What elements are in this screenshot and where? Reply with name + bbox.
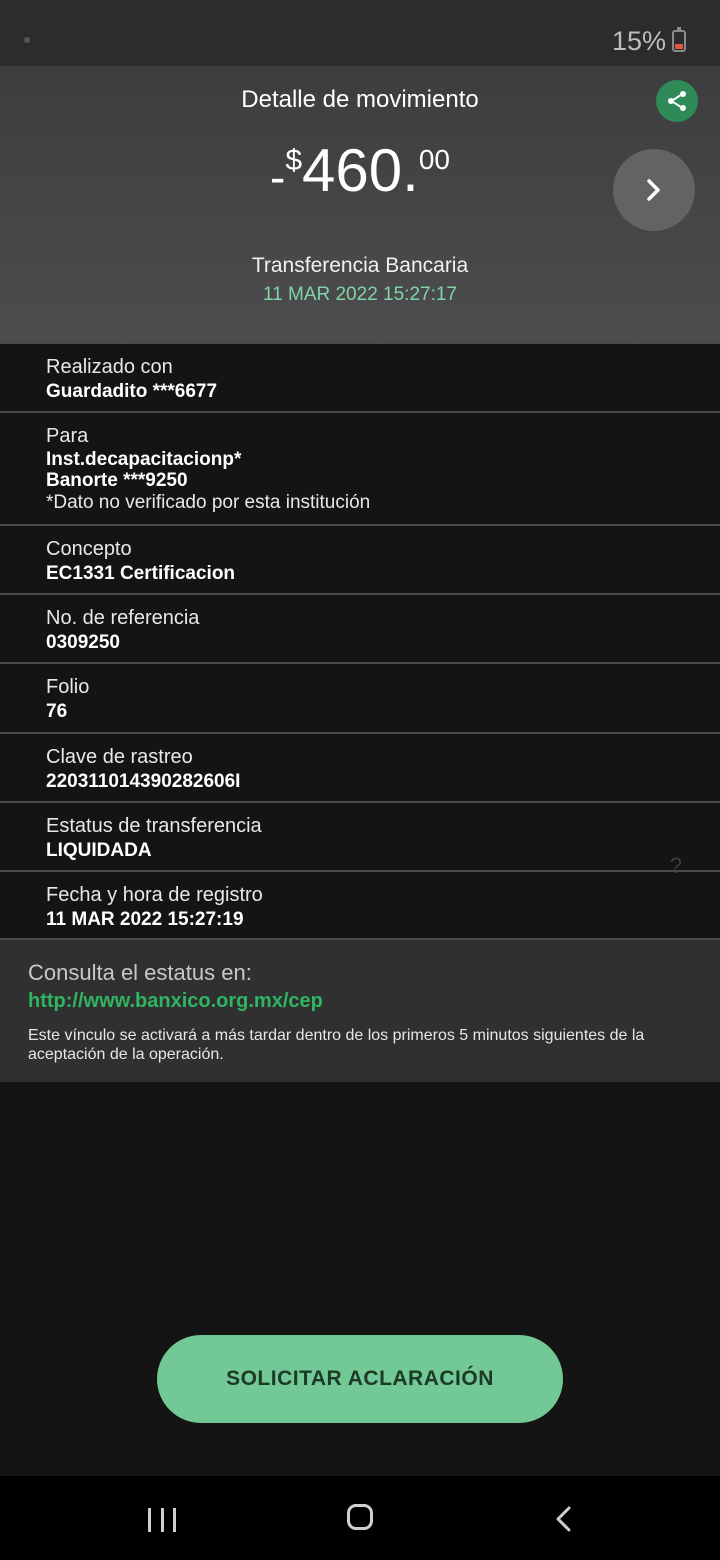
detail-value: 220311014390282606I <box>46 771 241 792</box>
detail-value: EC1331 Certificacion <box>46 563 236 584</box>
notification-dot <box>24 37 30 43</box>
detail-value: Guardadito ***6677 <box>46 381 218 402</box>
banxico-link[interactable]: http://www.banxico.org.mx/cep <box>28 990 323 1013</box>
detail-row-rastreo: Clave de rastreo 220311014390282606I <box>0 732 720 801</box>
amount-integer: 460 <box>302 137 403 204</box>
detail-value: Inst.decapacitacionp* <box>46 449 242 470</box>
detail-label: Clave de rastreo <box>46 746 193 768</box>
transaction-datetime: 11 MAR 2022 15:27:17 <box>262 284 457 305</box>
transaction-details: Realizado con Guardadito ***6677 Para In… <box>0 342 720 938</box>
battery-percentage: 15% <box>611 26 666 56</box>
system-nav-bar <box>0 1476 720 1560</box>
detail-value: Banorte ***9250 <box>46 470 188 491</box>
detail-row-concepto: Concepto EC1331 Certificacion <box>0 524 720 593</box>
detail-label: Estatus de transferencia <box>46 815 262 837</box>
chevron-right-icon <box>647 179 660 201</box>
amount-separator: . <box>402 137 419 204</box>
detail-label: No. de referencia <box>46 607 200 629</box>
detail-row-para: Para Inst.decapacitacionp* Banorte ***92… <box>0 411 720 524</box>
detail-label: Realizado con <box>46 356 173 378</box>
detail-row-referencia: No. de referencia 0309250 <box>0 593 720 662</box>
transaction-amount: -$460.00 <box>0 136 720 205</box>
detail-value: LIQUIDADA <box>46 840 152 861</box>
back-icon[interactable] <box>552 1506 576 1532</box>
info-text: Este vínculo se activará a más tardar de… <box>28 1027 645 1063</box>
detail-row-fecha: Fecha y hora de registro 11 MAR 2022 15:… <box>0 870 720 938</box>
amount-currency: $ <box>285 144 303 177</box>
detail-label: Concepto <box>46 538 132 560</box>
recents-icon[interactable] <box>148 1508 176 1532</box>
battery-icon <box>672 27 686 52</box>
info-title: Consulta el estatus en: <box>28 960 252 985</box>
status-bar: 15% <box>0 0 720 66</box>
share-button[interactable] <box>656 80 698 122</box>
home-icon[interactable] <box>347 1504 373 1530</box>
status-info-box: Consulta el estatus en: http://www.banxi… <box>0 938 720 1082</box>
detail-label: Para <box>46 425 89 447</box>
transaction-type: Transferencia Bancaria <box>251 254 469 277</box>
transaction-header: Detalle de movimiento -$460.00 Transfere… <box>0 66 720 342</box>
detail-row-folio: Folio 76 <box>0 662 720 732</box>
amount-sign: - <box>270 151 286 203</box>
amount-cents: 00 <box>418 144 450 175</box>
detail-label: Fecha y hora de registro <box>46 884 263 906</box>
share-icon <box>668 91 686 111</box>
detail-note: *Dato no verificado por esta institución <box>46 492 371 513</box>
detail-value: 11 MAR 2022 15:27:19 <box>46 909 244 930</box>
detail-label: Folio <box>46 676 90 698</box>
next-transaction-button[interactable] <box>613 149 695 231</box>
detail-row-realizado: Realizado con Guardadito ***6677 <box>0 342 720 411</box>
detail-value: 76 <box>46 701 68 722</box>
request-clarification-button[interactable]: SOLICITAR ACLARACIÓN <box>157 1335 563 1423</box>
detail-value: 0309250 <box>46 632 120 653</box>
page-title: Detalle de movimiento <box>241 86 479 113</box>
detail-row-estatus: Estatus de transferencia LIQUIDADA ? <box>0 801 720 878</box>
